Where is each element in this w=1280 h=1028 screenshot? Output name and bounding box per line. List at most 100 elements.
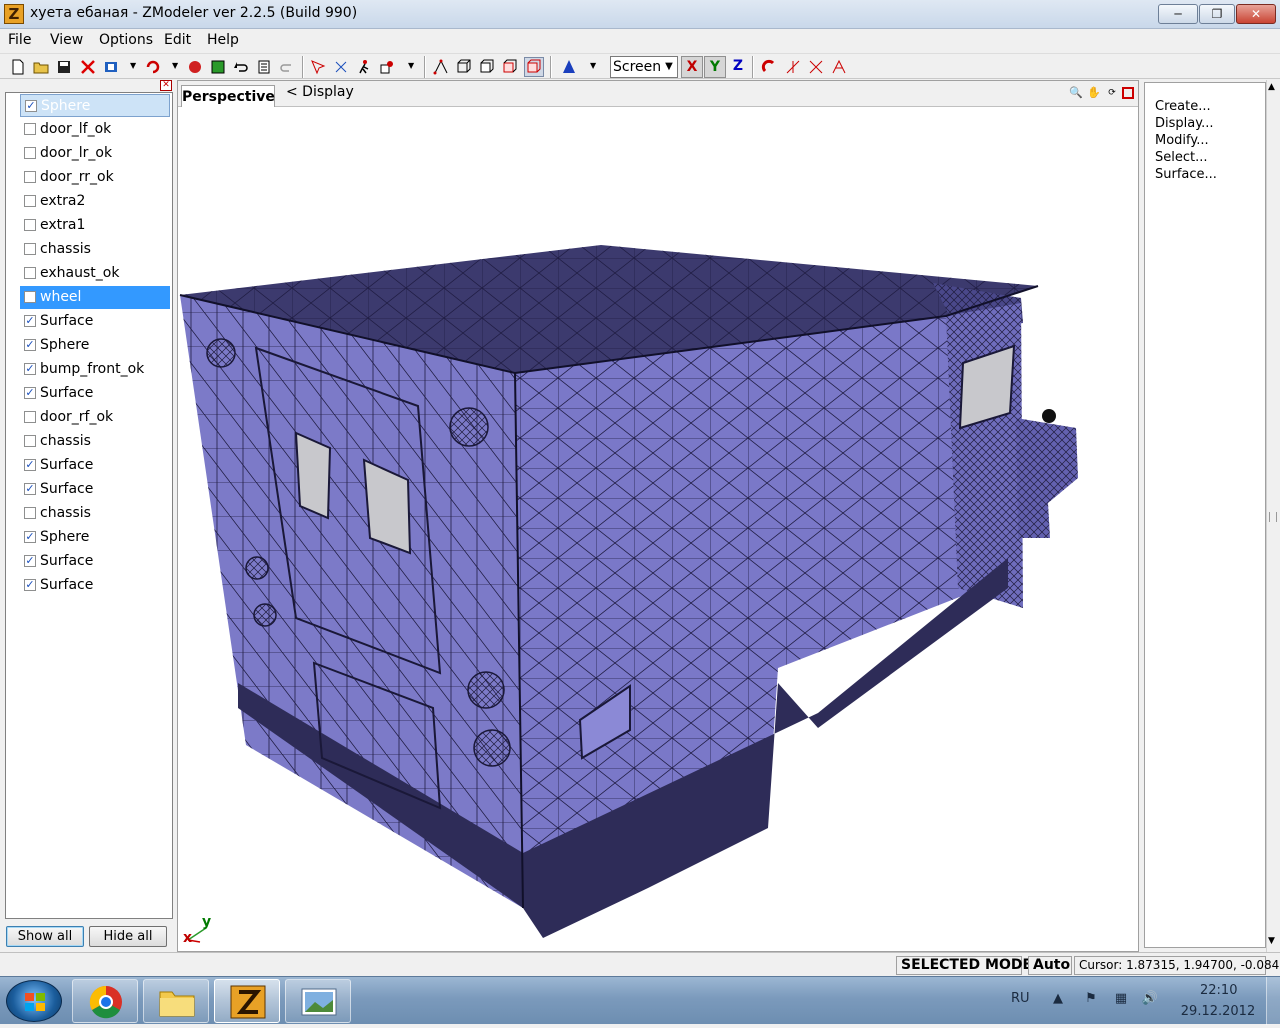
walker-icon[interactable] [354, 57, 374, 77]
undo-dropdown-arrow[interactable]: ▼ [172, 59, 180, 73]
export-dropdown-arrow[interactable]: ▼ [130, 59, 138, 73]
snap-axis-icon[interactable] [783, 57, 803, 77]
checkbox[interactable] [24, 123, 36, 135]
menu-help[interactable]: Help [207, 32, 239, 48]
checkbox[interactable]: ✓ [24, 387, 36, 399]
surface-mode-icon[interactable] [500, 57, 520, 77]
object-item[interactable]: door_rf_ok [20, 406, 170, 429]
axis-mode-select[interactable]: Screen ▼ [610, 56, 678, 78]
select-move-icon[interactable] [331, 57, 351, 77]
object-item-selected[interactable]: wheel [20, 286, 170, 309]
checkbox[interactable]: ✓ [24, 579, 36, 591]
export-icon[interactable] [101, 57, 121, 77]
minimize-button[interactable]: ─ [1158, 4, 1198, 24]
object-item[interactable]: extra2 [20, 190, 170, 213]
object-item[interactable]: ✓ Sphere [20, 334, 170, 357]
object-item[interactable]: extra1 [20, 214, 170, 237]
start-button[interactable] [6, 980, 62, 1022]
action-center-flag-icon[interactable]: ⚑ [1082, 991, 1100, 1009]
checkbox[interactable]: ✓ [24, 531, 36, 543]
face-mode-icon[interactable] [454, 57, 474, 77]
rollout-select[interactable]: Select... [1155, 150, 1208, 165]
checkbox[interactable]: ✓ [24, 363, 36, 375]
object-item[interactable]: door_lf_ok [20, 118, 170, 141]
taskbar-chrome[interactable] [72, 979, 138, 1023]
checkbox[interactable]: ✓ [24, 339, 36, 351]
display-menu-button[interactable]: < Display [286, 84, 354, 100]
notes-icon[interactable] [254, 57, 274, 77]
object-item[interactable]: ✓ Surface [20, 382, 170, 405]
checkbox[interactable] [24, 243, 36, 255]
render-icon[interactable] [208, 57, 228, 77]
show-desktop-button[interactable] [1266, 977, 1280, 1025]
delete-x-icon[interactable] [78, 57, 98, 77]
object-item[interactable]: ✓ Sphere [20, 526, 170, 549]
open-folder-icon[interactable] [31, 57, 51, 77]
axis-x-toggle[interactable]: X [681, 56, 703, 78]
objects-dropdown-arrow[interactable]: ▼ [408, 59, 416, 73]
menu-file[interactable]: File [8, 32, 31, 48]
object-item[interactable]: ✓ Surface [20, 550, 170, 573]
maximize-viewport-icon[interactable] [1122, 87, 1134, 99]
object-item[interactable]: ✓ Sphere [20, 94, 170, 117]
tray-language[interactable]: RU [1011, 991, 1030, 1006]
axis-y-toggle[interactable]: Y [704, 56, 726, 78]
rollout-modify[interactable]: Modify... [1155, 133, 1209, 148]
object-item[interactable]: door_lr_ok [20, 142, 170, 165]
snap-grid-icon[interactable] [806, 57, 826, 77]
object-item[interactable]: ✓ Surface [20, 478, 170, 501]
checkbox[interactable]: ✓ [24, 459, 36, 471]
panel-scrollbar[interactable]: ▲ ▼ [1266, 80, 1280, 952]
checkbox[interactable] [24, 219, 36, 231]
object-item[interactable]: chassis [20, 502, 170, 525]
axis-z-toggle[interactable]: Z [727, 56, 749, 78]
object-item[interactable]: ✓ Surface [20, 454, 170, 477]
object-item[interactable]: door_rr_ok [20, 166, 170, 189]
network-icon[interactable]: ▦ [1112, 991, 1130, 1009]
checkbox[interactable]: ✓ [24, 555, 36, 567]
tab-perspective[interactable]: Perspective [181, 85, 275, 107]
show-all-button[interactable]: Show all [6, 926, 84, 947]
rollout-surface[interactable]: Surface... [1155, 167, 1217, 182]
close-button[interactable]: ✕ [1236, 4, 1276, 24]
mesh-mode-icon[interactable] [524, 57, 544, 77]
status-auto[interactable]: Auto [1028, 956, 1072, 975]
checkbox[interactable] [24, 147, 36, 159]
checkbox[interactable] [24, 507, 36, 519]
snap-vertex-icon[interactable] [829, 57, 849, 77]
rollout-create[interactable]: Create... [1155, 99, 1211, 114]
taskbar-explorer[interactable] [143, 979, 209, 1023]
object-item[interactable]: exhaust_ok [20, 262, 170, 285]
objects-icon[interactable] [377, 57, 397, 77]
select-tool-icon[interactable] [308, 57, 328, 77]
undo-red-icon[interactable] [143, 57, 163, 77]
checkbox[interactable] [24, 171, 36, 183]
checkbox[interactable]: ✓ [24, 483, 36, 495]
checkbox[interactable] [24, 195, 36, 207]
checkbox[interactable]: ✓ [24, 315, 36, 327]
pan-hand-icon[interactable]: ✋ [1086, 85, 1102, 101]
clock-date[interactable]: 29.12.2012 [1180, 1004, 1256, 1019]
object-list[interactable]: ✓ Sphere door_lf_ok door_lr_ok door_rr_ok… [5, 92, 173, 919]
object-item[interactable]: ✓ Surface [20, 574, 170, 597]
restore-button[interactable]: ❐ [1199, 4, 1235, 24]
checkbox[interactable] [24, 291, 36, 303]
menu-options[interactable]: Options [99, 32, 153, 48]
zoom-icon[interactable]: 🔍 [1068, 85, 1084, 101]
clock-time[interactable]: 22:10 [1200, 983, 1237, 998]
3d-canvas[interactable]: y x [178, 108, 1138, 951]
rotate-icon[interactable]: ⟳ [1104, 85, 1120, 101]
checkbox[interactable] [24, 411, 36, 423]
record-icon[interactable] [185, 57, 205, 77]
scroll-up-icon[interactable]: ▲ [1268, 82, 1275, 92]
tray-expand-icon[interactable]: ▲ [1049, 991, 1067, 1009]
object-item[interactable]: chassis [20, 430, 170, 453]
new-file-icon[interactable] [8, 57, 28, 77]
taskbar-zmodeler[interactable] [214, 979, 280, 1023]
scroll-grip-icon[interactable] [1269, 512, 1277, 522]
scroll-down-icon[interactable]: ▼ [1268, 936, 1275, 946]
checkbox[interactable]: ✓ [25, 100, 37, 112]
hide-all-button[interactable]: Hide all [89, 926, 167, 947]
menu-edit[interactable]: Edit [164, 32, 191, 48]
save-disk-icon[interactable] [54, 57, 74, 77]
